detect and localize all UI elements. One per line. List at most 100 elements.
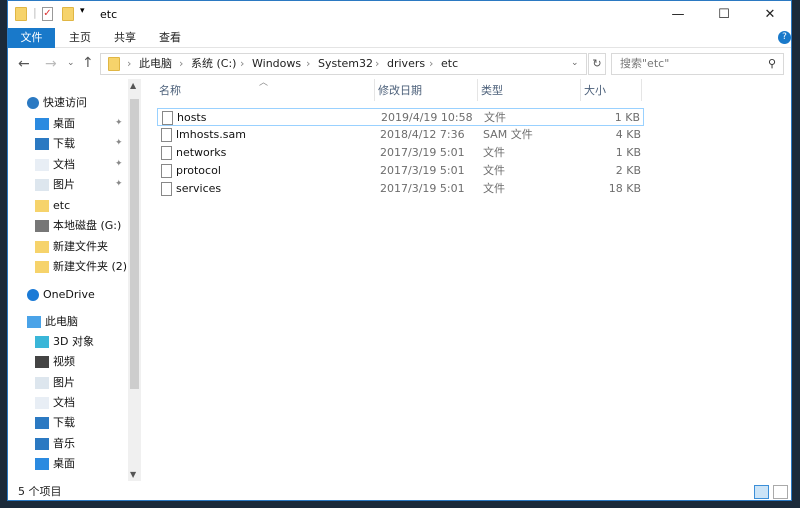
star-icon — [27, 97, 39, 109]
breadcrumb-separator-icon[interactable]: › — [429, 54, 433, 74]
navigation-pane: 快速访问 桌面 ✦ 下载 ✦ 文档 ✦ 图片 ✦ etc 本地磁盘 (G:) 新建文件夹 新建文件夹 (… — [8, 79, 141, 481]
nav-item[interactable]: 快速访问 — [27, 93, 87, 113]
breadcrumb-separator-icon[interactable]: › — [179, 54, 183, 74]
details-view-button[interactable] — [754, 485, 769, 499]
nav-item-label: 音乐 — [53, 437, 75, 450]
customize-quick-access-icon[interactable]: ▾ — [80, 6, 85, 16]
nav-item-label: 图片 — [53, 376, 75, 389]
file-row[interactable]: networks 2017/3/19 5:01 文件 1 KB — [157, 144, 644, 162]
refresh-button[interactable]: ↻ — [588, 53, 606, 75]
file-row[interactable]: protocol 2017/3/19 5:01 文件 2 KB — [157, 162, 644, 180]
nav-item-label: 3D 对象 — [53, 335, 94, 348]
breadcrumb-item[interactable]: drivers — [387, 54, 425, 74]
minimize-button[interactable]: — — [655, 1, 701, 28]
column-size[interactable]: 大小 — [582, 79, 642, 101]
nav-item[interactable]: 文档 — [35, 393, 75, 413]
document-icon — [35, 397, 49, 409]
file-date: 2019/4/19 10:58 — [381, 111, 473, 124]
music-icon — [35, 438, 49, 450]
file-icon — [161, 182, 172, 196]
file-name: services — [176, 182, 222, 195]
cloud-icon — [27, 289, 39, 301]
nav-item-label: 下载 — [53, 137, 75, 150]
desktop-icon — [35, 458, 49, 470]
maximize-button[interactable]: ☐ — [701, 1, 747, 28]
tab-view[interactable]: 查看 — [150, 28, 190, 48]
file-type: 文件 — [483, 182, 505, 195]
breadcrumb-separator-icon[interactable]: › — [375, 54, 379, 74]
nav-item[interactable]: 本地磁盘 (G:) — [35, 216, 121, 236]
computer-icon — [27, 316, 41, 328]
scroll-thumb[interactable] — [130, 99, 139, 389]
recent-locations-icon[interactable]: ⌄ — [67, 58, 75, 68]
window-title: etc — [100, 8, 118, 21]
nav-item-label: 桌面 — [53, 117, 75, 130]
nav-item[interactable]: 此电脑 — [27, 312, 78, 332]
nav-item[interactable]: OneDrive — [27, 285, 95, 305]
tab-file[interactable]: 文件 — [8, 28, 55, 48]
tab-home[interactable]: 主页 — [60, 28, 100, 48]
file-type: 文件 — [484, 111, 506, 124]
new-folder-icon[interactable] — [62, 7, 74, 21]
column-header: 名称 修改日期 类型 大小 — [157, 79, 787, 101]
nav-scrollbar[interactable]: ▲ ▼ — [128, 79, 141, 481]
breadcrumb-item[interactable]: 系统 (C:) — [191, 54, 236, 74]
nav-item[interactable]: 桌面 — [35, 114, 75, 134]
title-bar: | ✓ ▾ etc — ☐ ✕ — [8, 1, 791, 28]
download-icon — [35, 138, 49, 150]
breadcrumb-item[interactable]: Windows — [252, 54, 301, 74]
breadcrumb-item[interactable]: System32 — [318, 54, 373, 74]
file-row[interactable]: services 2017/3/19 5:01 文件 18 KB — [157, 180, 644, 198]
column-date[interactable]: 修改日期 — [376, 79, 478, 101]
close-button[interactable]: ✕ — [747, 1, 793, 28]
nav-item[interactable]: 音乐 — [35, 434, 75, 454]
file-icon — [161, 164, 172, 178]
help-icon[interactable]: ? — [778, 31, 791, 44]
nav-item[interactable]: 文档 — [35, 155, 75, 175]
nav-item[interactable]: 视频 — [35, 352, 75, 372]
nav-item[interactable]: 下载 — [35, 413, 75, 433]
scroll-up-icon[interactable]: ▲ — [130, 81, 136, 90]
nav-item[interactable]: 下载 — [35, 134, 75, 154]
ribbon-tabs: 文件 主页 共享 查看 ? — [8, 28, 791, 48]
nav-item-label: 本地磁盘 (G:) — [53, 219, 122, 232]
up-button[interactable]: ↑ — [82, 55, 94, 71]
file-date: 2018/4/12 7:36 — [380, 128, 465, 141]
nav-item[interactable]: 图片 — [35, 373, 75, 393]
large-icons-view-button[interactable] — [773, 485, 788, 499]
search-placeholder: 搜索"etc" — [620, 57, 670, 70]
breadcrumb-item[interactable]: 此电脑 — [139, 54, 172, 74]
pin-icon: ✦ — [115, 138, 123, 148]
drive-icon — [35, 220, 49, 232]
file-size: 1 KB — [615, 146, 641, 159]
nav-item-label: 新建文件夹 — [53, 240, 108, 253]
tab-share[interactable]: 共享 — [105, 28, 145, 48]
pin-icon: ✦ — [115, 159, 123, 169]
document-icon — [35, 159, 49, 171]
nav-item[interactable]: 新建文件夹 (2) — [35, 257, 127, 277]
properties-icon[interactable]: ✓ — [42, 7, 53, 21]
breadcrumb-item[interactable]: etc — [441, 54, 458, 74]
breadcrumb-separator-icon[interactable]: › — [240, 54, 244, 74]
nav-item[interactable]: 图片 — [35, 175, 75, 195]
address-bar[interactable]: › 此电脑 › 系统 (C:) › Windows › System32 › drivers › et… — [100, 53, 587, 75]
nav-item[interactable]: 桌面 — [35, 454, 75, 474]
breadcrumb-separator-icon[interactable]: › — [306, 54, 310, 74]
file-row[interactable]: hosts 2019/4/19 10:58 文件 1 KB — [157, 108, 644, 126]
file-explorer-window: | ✓ ▾ etc — ☐ ✕ 文件 主页 共享 查看 ? ← → ⌄ ↑ › 此… — [7, 0, 792, 501]
nav-item[interactable]: 3D 对象 — [35, 332, 94, 352]
file-size: 1 KB — [614, 111, 640, 124]
cube-icon — [35, 336, 49, 348]
column-type[interactable]: 类型 — [479, 79, 581, 101]
forward-button[interactable]: → — [45, 56, 57, 72]
pictures-icon — [35, 377, 49, 389]
nav-item[interactable]: 新建文件夹 — [35, 237, 108, 257]
scroll-down-icon[interactable]: ▼ — [130, 470, 136, 479]
file-row[interactable]: lmhosts.sam 2018/4/12 7:36 SAM 文件 4 KB — [157, 126, 644, 144]
column-name[interactable]: 名称 — [157, 79, 375, 101]
address-dropdown-icon[interactable]: ⌄ — [571, 58, 579, 68]
search-input[interactable]: 搜索"etc" ⚲ — [611, 53, 784, 75]
breadcrumb-separator-icon[interactable]: › — [127, 54, 131, 74]
back-button[interactable]: ← — [18, 56, 30, 72]
nav-item[interactable]: etc — [35, 196, 70, 216]
